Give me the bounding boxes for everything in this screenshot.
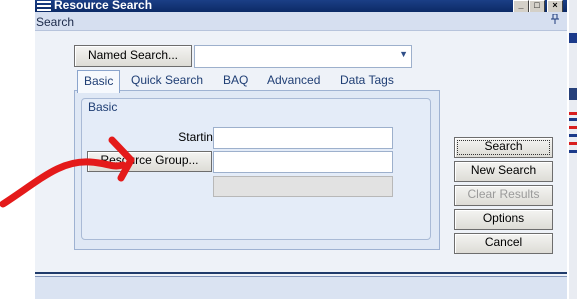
- red-annotation-arrow-icon: [0, 136, 135, 208]
